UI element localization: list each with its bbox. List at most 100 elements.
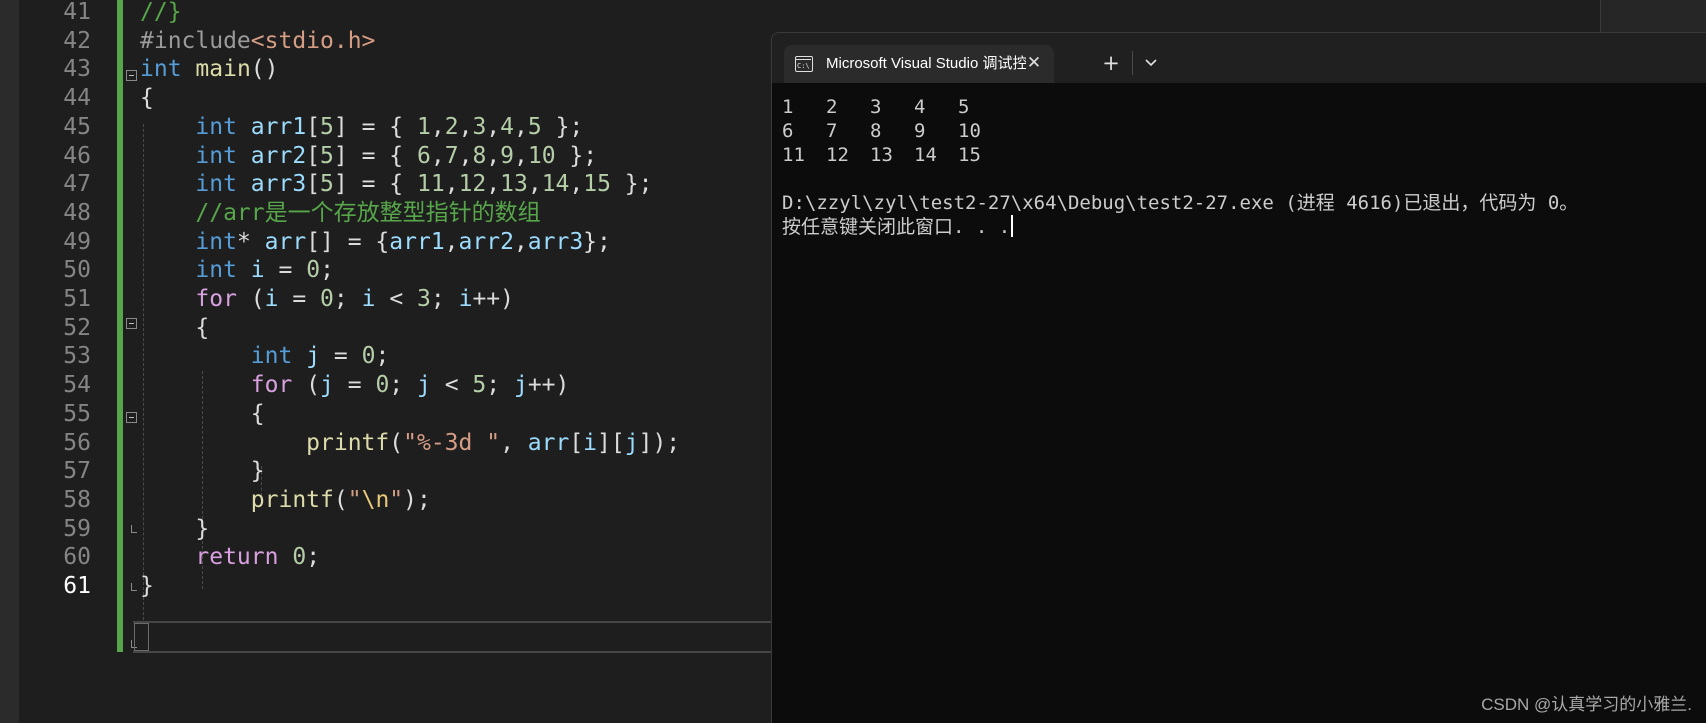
output-cell: 7 [826,120,838,142]
line-number: 47 [63,171,91,198]
code-token: printf [250,486,334,513]
debug-console-window[interactable]: C:\ Microsoft Visual Studio 调试控 ✕ + 1234… [771,32,1706,723]
code-token: { [140,400,265,427]
line-number: 57 [63,458,91,485]
code-token: [ [569,429,584,456]
code-token: 5 [472,372,487,399]
code-token: arr3 [250,171,307,198]
code-token: for [195,286,237,312]
code-token: < [375,286,418,312]
line-number: 49 [63,228,91,255]
code-token: } [140,573,154,599]
output-cell: 11 [782,144,805,166]
code-token: int [195,142,237,169]
code-token: int [250,343,293,370]
code-token: { [140,314,210,341]
code-token: }; [541,113,584,140]
code-token: arr2 [458,228,514,255]
code-line[interactable]: #include<stdio.h> [140,26,375,57]
code-line[interactable]: int j = 0; [140,341,390,372]
fold-toggle-outer-for[interactable] [126,318,137,329]
code-token: 4 [500,113,515,140]
code-line[interactable]: for (j = 0; j < 5; j++) [140,370,570,401]
code-token: , [458,113,473,140]
code-token: #include [140,27,251,54]
code-token: i [264,286,279,312]
output-cell: 13 [870,144,893,166]
code-line[interactable]: return 0; [140,542,320,573]
code-token: , [458,142,473,169]
code-line[interactable]: int* arr[] = {arr1,arr2,arr3}; [140,227,610,258]
code-line[interactable]: int arr1[5] = { 1,2,3,4,5 }; [140,112,583,143]
code-line[interactable]: } [140,456,265,487]
line-number: 51 [63,286,91,312]
code-token: () [250,56,279,83]
code-line[interactable]: int arr3[5] = { 11,12,13,14,15 }; [140,169,652,200]
code-token: , [513,228,528,255]
output-cell: 8 [870,120,882,142]
code-token: arr1 [250,113,307,140]
fold-toggle-inner-for[interactable] [126,412,137,423]
new-tab-button[interactable]: + [1097,49,1125,79]
code-token: //} [140,0,182,25]
output-row: 11 12 13 14 15 [782,143,1697,167]
terminal-tab[interactable]: C:\ Microsoft Visual Studio 调试控 ✕ [784,45,1054,83]
code-token: , [430,113,445,140]
code-token: int [195,113,237,140]
code-token: 3 [472,113,487,140]
code-token: i [583,429,598,456]
code-line[interactable]: { [140,399,265,430]
code-token: 14 [541,171,570,198]
code-line[interactable]: { [140,83,154,114]
fold-toggle-main[interactable] [126,70,137,81]
console-icon: C:\ [795,56,813,72]
code-token: } [140,458,265,485]
code-line[interactable]: int main() [140,54,279,85]
code-token: 13 [500,171,528,198]
code-token: int [195,228,237,255]
code-line[interactable]: //arr是一个存放整型指针的数组 [140,198,540,229]
code-line[interactable]: int arr2[5] = { 6,7,8,9,10 }; [140,141,597,172]
code-line[interactable]: { [140,313,209,344]
console-icon-text: C:\ [797,62,810,70]
code-token: ); [403,486,431,513]
code-line[interactable]: printf("%-3d ", arr[i][j]); [140,428,680,459]
line-number: 58 [63,486,91,513]
code-line[interactable]: } [140,514,209,545]
output-row: 1 2 3 4 5 [782,95,1697,119]
prompt-line: 按任意键关闭此窗口. . . [782,215,1697,239]
code-line[interactable]: for (i = 0; i < 3; i++) [140,284,514,315]
code-token: printf [306,429,390,456]
code-line[interactable]: //} [140,0,182,28]
terminal-output[interactable]: 1 2 3 4 5 6 7 8 9 10 11 12 13 14 15 D:\zzyl\zyl\test2-… [782,95,1697,239]
code-token: , [444,228,459,255]
brace-match-highlight [134,623,149,651]
fold-end-inner-for [131,525,137,533]
line-number: 42 [63,27,91,54]
tab-separator [1132,51,1133,75]
code-token: < [430,372,473,399]
code-line[interactable]: printf("\n"); [140,485,431,516]
code-token: = [278,286,321,312]
chevron-down-icon[interactable] [1138,49,1164,79]
code-token: 5 [320,142,334,169]
code-line[interactable]: int i = 0; [140,255,334,286]
code-token: 5 [320,113,334,140]
code-token: j [306,343,321,370]
code-token: 5 [320,171,334,198]
close-icon[interactable]: ✕ [1022,51,1046,75]
code-token: i [361,286,376,312]
code-token: return [195,544,279,571]
code-line[interactable]: } [140,571,154,602]
code-token: , [486,142,501,169]
code-token: " [389,486,404,513]
code-token: ( [333,486,348,513]
